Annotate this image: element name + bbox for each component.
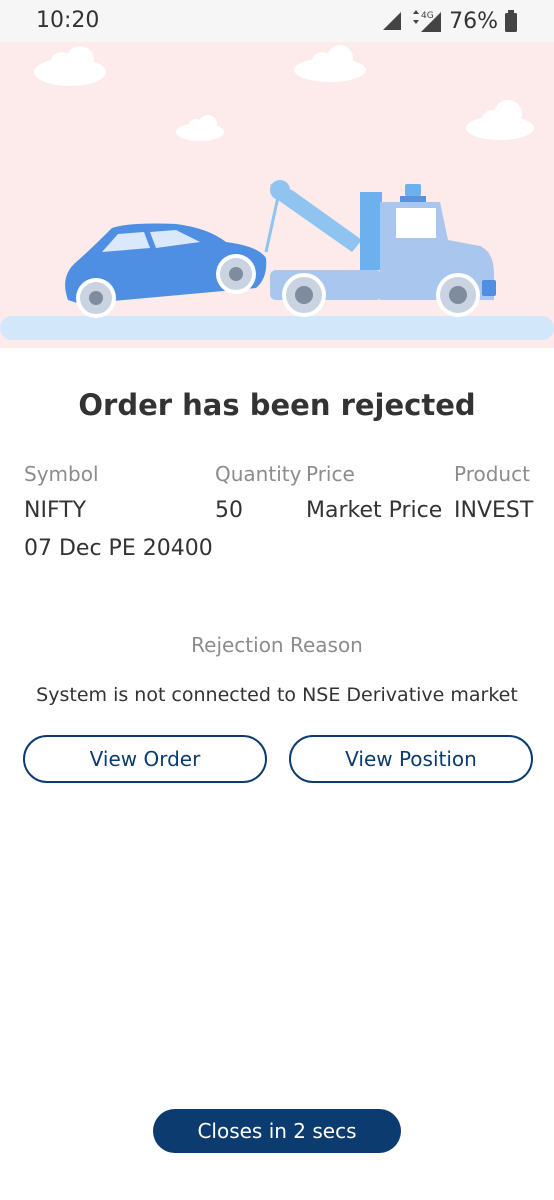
network-4g-icon: 4G (413, 10, 442, 32)
svg-text:4G: 4G (421, 11, 434, 21)
status-bar: 10:20 4G 76% (0, 0, 554, 42)
symbol-column: Symbol NIFTY 07 Dec PE 20400 (24, 462, 213, 568)
product-column: Product INVEST (454, 462, 533, 530)
hero-illustration (0, 42, 554, 348)
battery-icon (505, 10, 517, 32)
symbol-contract: 07 Dec PE 20400 (24, 536, 213, 561)
status-icons: 4G 76% (381, 6, 518, 36)
product-value: INVEST (454, 498, 534, 523)
symbol-value: NIFTY (24, 498, 87, 523)
symbol-label: Symbol (24, 462, 99, 486)
rejection-reason-label: Rejection Reason (191, 633, 363, 657)
dialog-title: Order has been rejected (78, 388, 476, 422)
price-value: Market Price (306, 498, 443, 523)
auto-close-countdown: Closes in 2 secs (153, 1109, 401, 1153)
status-time: 10:20 (36, 8, 100, 33)
quantity-label: Quantity (215, 462, 302, 486)
view-position-button[interactable]: View Position (289, 735, 533, 783)
quantity-value: 50 (215, 498, 243, 523)
price-label: Price (306, 462, 355, 486)
view-order-button[interactable]: View Order (23, 735, 267, 783)
rejection-reason-text: System is not connected to NSE Derivativ… (36, 684, 518, 706)
battery-percent: 76% (449, 8, 498, 34)
price-column: Price Market Price (306, 462, 442, 530)
tow-truck-illustration (0, 45, 554, 340)
cloud-icon (34, 45, 534, 141)
signal-icon (383, 12, 402, 30)
quantity-column: Quantity 50 (215, 462, 301, 530)
product-label: Product (454, 462, 530, 486)
